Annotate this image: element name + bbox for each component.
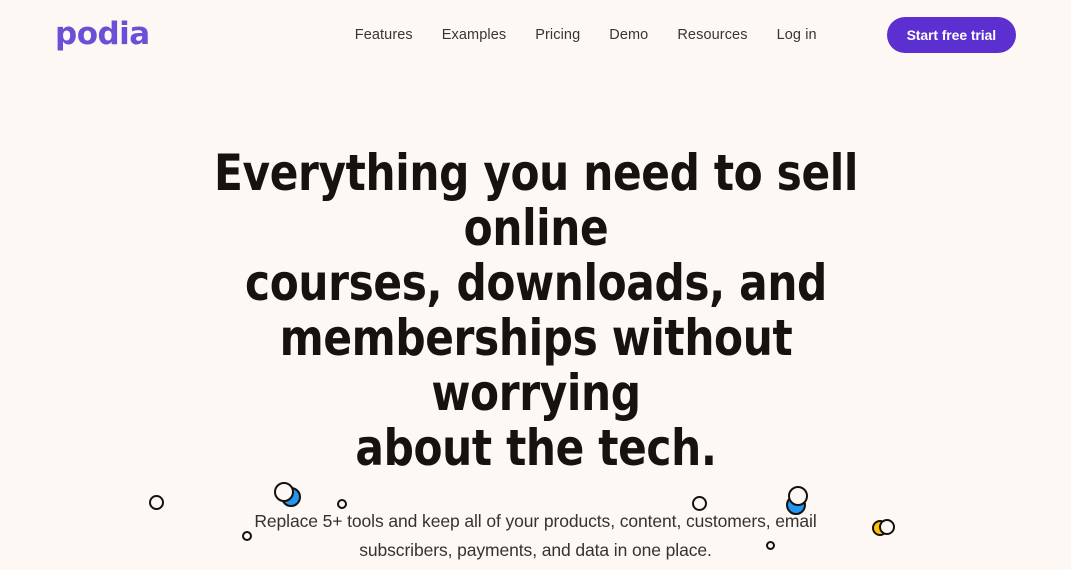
hero-section: Everything you need to sell online cours… bbox=[0, 70, 1071, 570]
decor-circle-blue-6 bbox=[786, 486, 808, 515]
decor-circle-yellow-8-ring bbox=[879, 519, 895, 535]
decor-circle-blue-2-ring bbox=[274, 482, 294, 502]
decor-circle-yellow-8 bbox=[872, 519, 895, 536]
main-navigation: Features Examples Pricing Demo Resources… bbox=[355, 27, 817, 43]
hero-headline-line-4: about the tech. bbox=[354, 419, 717, 477]
site-header: podia Features Examples Pricing Demo Res… bbox=[0, 0, 1071, 70]
nav-link-pricing[interactable]: Pricing bbox=[535, 27, 580, 43]
decor-circle-blue-2 bbox=[274, 482, 301, 507]
nav-link-examples[interactable]: Examples bbox=[442, 27, 506, 43]
hero-subheadline-line-1: Replace 5+ tools and keep all of your pr… bbox=[254, 511, 817, 531]
nav-link-demo[interactable]: Demo bbox=[609, 27, 648, 43]
nav-link-resources[interactable]: Resources bbox=[677, 27, 747, 43]
decor-circle-outline-1-ring bbox=[149, 495, 164, 510]
nav-link-features[interactable]: Features bbox=[355, 27, 413, 43]
hero-headline-line-3: memberships without worrying bbox=[279, 309, 792, 422]
decor-circle-blue-2-accent bbox=[281, 487, 301, 507]
hero-subheadline-line-2: subscribers, payments, and data in one p… bbox=[359, 540, 712, 560]
hero-headline-line-2: courses, downloads, and bbox=[244, 254, 827, 312]
hero-headline-line-1: Everything you need to sell online bbox=[213, 144, 858, 257]
decor-circle-outline-1 bbox=[149, 495, 164, 510]
start-free-trial-button[interactable]: Start free trial bbox=[886, 17, 1016, 53]
hero-subheadline: Replace 5+ tools and keep all of your pr… bbox=[191, 507, 881, 565]
decor-circle-blue-6-ring bbox=[788, 486, 808, 506]
nav-link-login[interactable]: Log in bbox=[777, 27, 817, 43]
header-cta-container: Start free trial bbox=[886, 17, 1016, 53]
hero-headline: Everything you need to sell online cours… bbox=[197, 146, 874, 476]
podia-logo[interactable]: podia bbox=[55, 18, 150, 50]
